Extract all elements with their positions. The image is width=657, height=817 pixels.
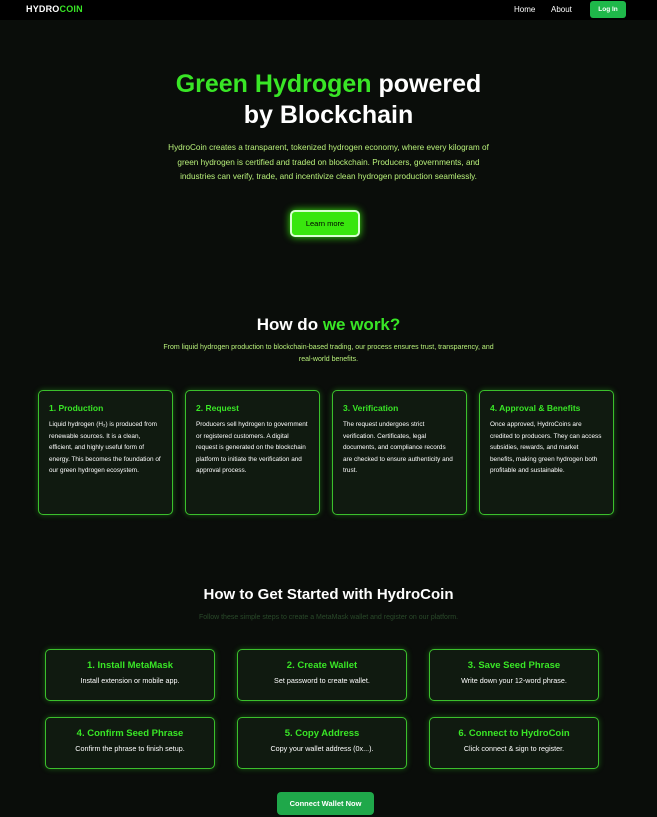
hero-title-white-1: powered <box>371 70 482 98</box>
how-title-white: How do <box>256 315 323 334</box>
card-text: Once approved, HydroCoins are credited t… <box>490 421 602 474</box>
card-text: Producers sell hydrogen to government or… <box>196 421 308 474</box>
logo-text-hydro: HYDRO <box>26 4 60 14</box>
logo[interactable]: HYDROCOIN <box>26 4 83 14</box>
card-title: 2. Request <box>196 403 239 413</box>
step-desc: Install extension or mobile app. <box>80 676 180 685</box>
logo-text-coin: COIN <box>59 4 83 14</box>
step-title: 1. Install MetaMask <box>86 660 174 671</box>
nav-link-about[interactable]: About <box>551 5 572 14</box>
step-card-create-wallet: 2. Create Wallet Set password to create … <box>237 649 407 701</box>
step-title: 5. Copy Address <box>284 728 360 739</box>
how-title-green: we work? <box>322 315 401 334</box>
step-card-connect: 6. Connect to HydroCoin Click connect & … <box>429 717 599 769</box>
process-card-request: 2. Request Producers sell hydrogen to go… <box>185 390 320 515</box>
top-navbar: HYDROCOIN Home About Log In <box>0 0 657 20</box>
hero-title-white-2: by Blockchain <box>243 101 414 129</box>
card-title: 3. Verification <box>343 403 399 413</box>
hero-title: Green Hydrogen powered by Blockchain <box>0 69 657 131</box>
card-text: Liquid hydrogen (H₂) is produced from re… <box>49 421 161 474</box>
process-card-verification: 3. Verification The request undergoes st… <box>332 390 467 515</box>
hero-title-green: Green Hydrogen <box>175 70 372 98</box>
hero-description: HydroCoin creates a transparent, tokeniz… <box>168 143 489 181</box>
connect-wallet-button[interactable]: Connect Wallet Now <box>277 792 374 815</box>
step-desc: Click connect & sign to register. <box>463 744 565 753</box>
step-desc: Set password to create wallet. <box>274 676 370 685</box>
nav-link-home[interactable]: Home <box>514 5 535 14</box>
login-button[interactable]: Log In <box>590 1 626 18</box>
get-started-subtitle: Follow these simple steps to create a Me… <box>198 614 459 621</box>
step-card-copy-address: 5. Copy Address Copy your wallet address… <box>237 717 407 769</box>
step-desc: Copy your wallet address (0x...). <box>270 744 374 753</box>
learn-more-button[interactable]: Learn more <box>290 210 360 237</box>
step-title: 3. Save Seed Phrase <box>467 660 561 671</box>
step-card-install-metamask: 1. Install MetaMask Install extension or… <box>45 649 215 701</box>
step-title: 4. Confirm Seed Phrase <box>76 728 184 739</box>
step-card-confirm-seed: 4. Confirm Seed Phrase Confirm the phras… <box>45 717 215 769</box>
step-desc: Confirm the phrase to finish setup. <box>75 744 185 753</box>
step-card-save-seed: 3. Save Seed Phrase Write down your 12-w… <box>429 649 599 701</box>
step-title: 2. Create Wallet <box>286 660 358 671</box>
how-we-work-title: How do we work? <box>0 315 657 335</box>
card-title: 4. Approval & Benefits <box>490 403 581 413</box>
how-we-work-subtitle: From liquid hydrogen production to block… <box>163 344 494 363</box>
card-title: 1. Production <box>49 403 104 413</box>
get-started-title: How to Get Started with HydroCoin <box>203 586 454 603</box>
step-title: 6. Connect to HydroCoin <box>458 728 570 739</box>
process-card-approval: 4. Approval & Benefits Once approved, Hy… <box>479 390 614 515</box>
step-desc: Write down your 12-word phrase. <box>461 676 567 685</box>
process-card-production: 1. Production Liquid hydrogen (H₂) is pr… <box>38 390 173 515</box>
card-text: The request undergoes strict verificatio… <box>343 421 453 474</box>
